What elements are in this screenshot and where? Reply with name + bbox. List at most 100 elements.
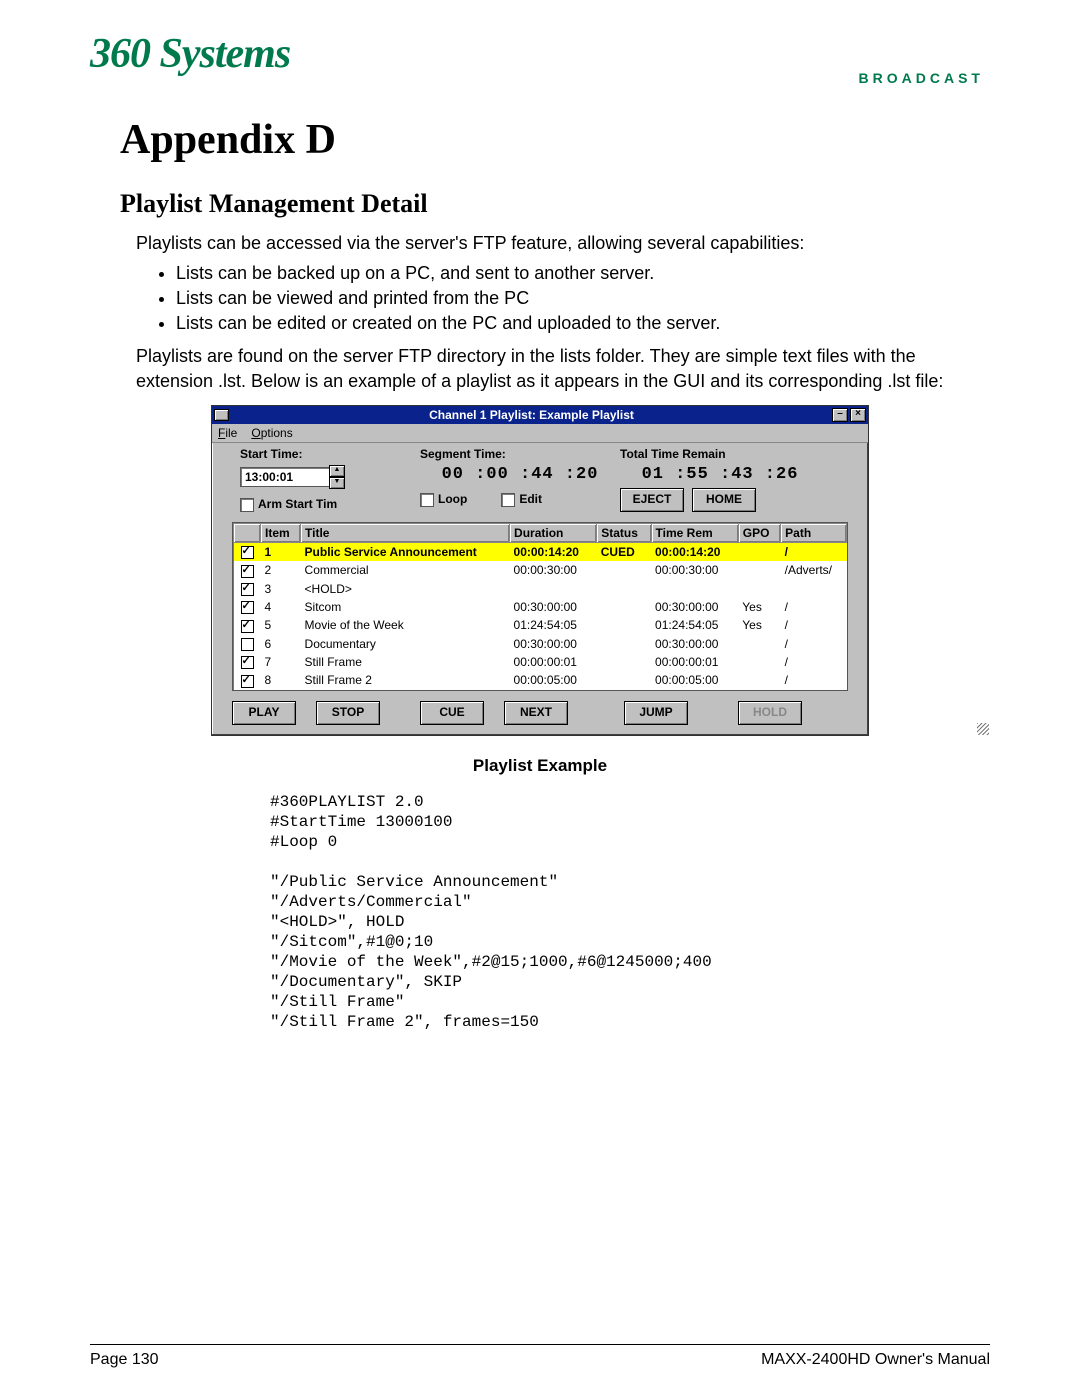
table-row[interactable]: 3<HOLD> — [234, 580, 847, 598]
cell-gpo: Yes — [738, 598, 780, 616]
figure-caption: Playlist Example — [90, 756, 990, 776]
bullet-item: Lists can be backed up on a PC, and sent… — [176, 263, 990, 284]
title-bar: Channel 1 Playlist: Example Playlist – × — [212, 406, 868, 424]
col-gpo[interactable]: GPO — [738, 523, 780, 542]
cell-timerem: 00:30:00:00 — [651, 598, 738, 616]
cell-duration: 00:00:00:01 — [510, 653, 597, 671]
table-row[interactable]: 1Public Service Announcement00:00:14:20C… — [234, 542, 847, 561]
cell-path: / — [781, 671, 847, 689]
cell-gpo — [738, 653, 780, 671]
hold-button[interactable]: HOLD — [738, 701, 802, 725]
cell-path — [781, 580, 847, 598]
table-row[interactable]: 7Still Frame00:00:00:0100:00:00:01/ — [234, 653, 847, 671]
intro-paragraph-2: Playlists are found on the server FTP di… — [136, 344, 990, 393]
cell-path: / — [781, 616, 847, 634]
col-check[interactable] — [234, 523, 261, 542]
cell-duration: 00:30:00:00 — [510, 598, 597, 616]
cell-timerem: 00:00:05:00 — [651, 671, 738, 689]
cell-status — [597, 616, 651, 634]
spin-down-button[interactable]: ▼ — [329, 477, 345, 489]
row-checkbox[interactable] — [241, 620, 254, 633]
row-checkbox[interactable] — [241, 546, 254, 559]
cell-gpo — [738, 561, 780, 579]
col-path[interactable]: Path — [781, 523, 847, 542]
cell-gpo — [738, 635, 780, 653]
manual-title: MAXX-2400HD Owner's Manual — [761, 1351, 990, 1369]
row-checkbox[interactable] — [241, 601, 254, 614]
heading-appendix: Appendix D — [120, 116, 990, 164]
row-checkbox[interactable] — [241, 638, 254, 651]
cell-item: 3 — [261, 580, 301, 598]
bullet-item: Lists can be viewed and printed from the… — [176, 288, 990, 309]
cell-item: 7 — [261, 653, 301, 671]
system-menu-icon[interactable] — [214, 409, 229, 421]
cell-title: Still Frame — [301, 653, 510, 671]
page-number: Page 130 — [90, 1351, 159, 1369]
col-duration[interactable]: Duration — [510, 523, 597, 542]
cell-timerem: 00:00:14:20 — [651, 542, 738, 561]
resize-grip-icon[interactable] — [977, 723, 989, 735]
cell-timerem — [651, 580, 738, 598]
bullet-item: Lists can be edited or created on the PC… — [176, 313, 990, 334]
jump-button[interactable]: JUMP — [624, 701, 688, 725]
table-row[interactable]: 5Movie of the Week01:24:54:0501:24:54:05… — [234, 616, 847, 634]
table-row[interactable]: 2Commercial00:00:30:0000:00:30:00/Advert… — [234, 561, 847, 579]
footer-rule — [90, 1344, 990, 1345]
cell-status — [597, 635, 651, 653]
eject-button[interactable]: EJECT — [620, 488, 684, 512]
row-checkbox[interactable] — [241, 656, 254, 669]
cell-item: 8 — [261, 671, 301, 689]
cell-title: Movie of the Week — [301, 616, 510, 634]
playlist-table: Item Title Duration Status Time Rem GPO … — [232, 522, 848, 691]
cell-duration — [510, 580, 597, 598]
cell-path: / — [781, 542, 847, 561]
heading-section: Playlist Management Detail — [120, 189, 990, 219]
col-timerem[interactable]: Time Rem — [651, 523, 738, 542]
row-checkbox[interactable] — [241, 675, 254, 688]
cell-timerem: 00:00:30:00 — [651, 561, 738, 579]
cell-gpo: Yes — [738, 616, 780, 634]
cell-item: 1 — [261, 542, 301, 561]
table-row[interactable]: 6Documentary00:30:00:0000:30:00:00/ — [234, 635, 847, 653]
intro-paragraph: Playlists can be accessed via the server… — [136, 231, 990, 255]
arm-start-label: Arm Start Tim — [258, 497, 337, 511]
close-button[interactable]: × — [850, 408, 866, 422]
col-title[interactable]: Title — [301, 523, 510, 542]
menu-options[interactable]: Options — [251, 426, 292, 440]
menu-bar: File Options — [212, 424, 868, 443]
cell-item: 6 — [261, 635, 301, 653]
menu-file[interactable]: File — [218, 426, 237, 440]
cell-title: Commercial — [301, 561, 510, 579]
total-time-display: 01 :55 :43 :26 — [620, 465, 820, 484]
cell-item: 4 — [261, 598, 301, 616]
edit-checkbox[interactable] — [501, 493, 515, 507]
loop-checkbox[interactable] — [420, 493, 434, 507]
cell-title: Still Frame 2 — [301, 671, 510, 689]
minimize-button[interactable]: – — [832, 408, 848, 422]
feature-bullets: Lists can be backed up on a PC, and sent… — [156, 263, 990, 334]
cell-gpo — [738, 580, 780, 598]
cell-duration: 00:00:14:20 — [510, 542, 597, 561]
play-button[interactable]: PLAY — [232, 701, 296, 725]
spin-up-button[interactable]: ▲ — [329, 465, 345, 477]
cell-status — [597, 598, 651, 616]
row-checkbox[interactable] — [241, 583, 254, 596]
cell-path: /Adverts/ — [781, 561, 847, 579]
row-checkbox[interactable] — [241, 565, 254, 578]
col-item[interactable]: Item — [261, 523, 301, 542]
cell-item: 2 — [261, 561, 301, 579]
table-row[interactable]: 8Still Frame 200:00:05:0000:00:05:00/ — [234, 671, 847, 689]
cell-title: Public Service Announcement — [301, 542, 510, 561]
table-row[interactable]: 4Sitcom00:30:00:0000:30:00:00Yes/ — [234, 598, 847, 616]
cell-timerem: 00:30:00:00 — [651, 635, 738, 653]
col-status[interactable]: Status — [597, 523, 651, 542]
logo: 360 Systems BROADCAST — [90, 30, 990, 86]
cue-button[interactable]: CUE — [420, 701, 484, 725]
home-button[interactable]: HOME — [692, 488, 756, 512]
next-button[interactable]: NEXT — [504, 701, 568, 725]
cell-title: <HOLD> — [301, 580, 510, 598]
stop-button[interactable]: STOP — [316, 701, 380, 725]
start-time-input[interactable]: 13:00:01 — [240, 467, 330, 487]
cell-status — [597, 653, 651, 671]
arm-start-checkbox[interactable] — [240, 498, 254, 512]
